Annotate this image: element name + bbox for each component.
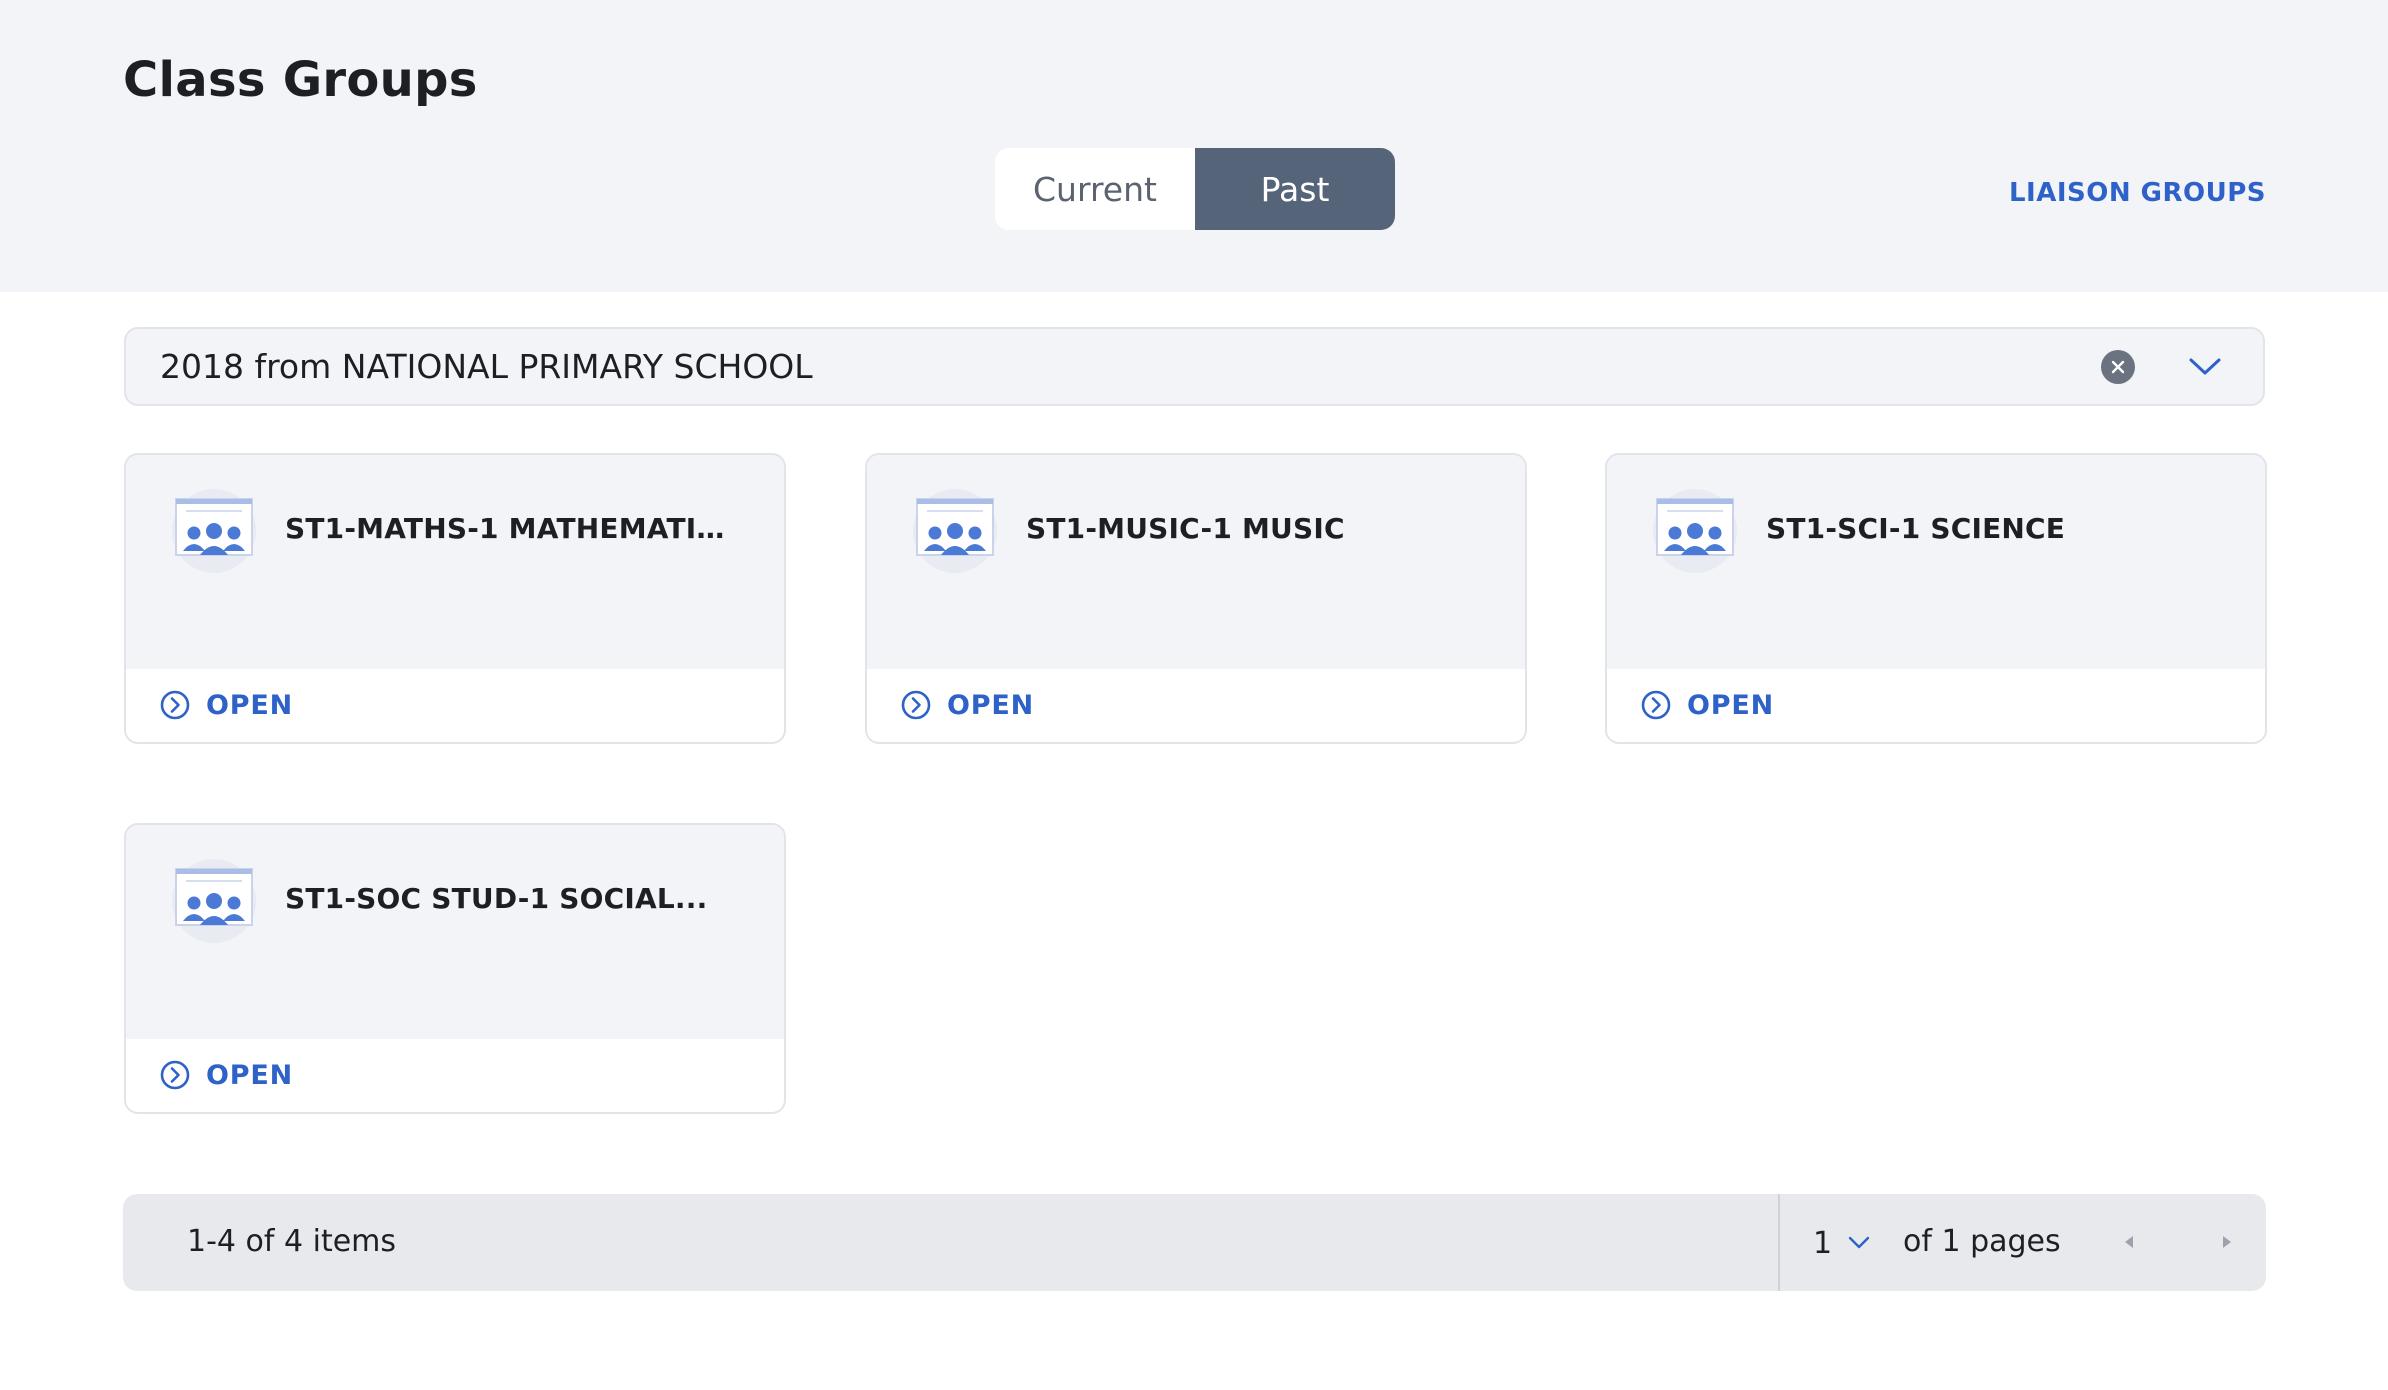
group-card[interactable]: ST1-SOC STUD-1 SOCIAL... OPEN <box>124 823 786 1114</box>
group-title: ST1-MUSIC-1 MUSIC <box>1026 512 1345 545</box>
class-group-icon <box>913 489 997 573</box>
chevron-circle-right-icon <box>160 1060 190 1090</box>
current-page: 1 <box>1813 1225 1833 1261</box>
card-header: ST1-MATHS-1 MATHEMATICS <box>126 455 784 669</box>
group-card[interactable]: ST1-MUSIC-1 MUSIC OPEN <box>865 453 1527 744</box>
group-card[interactable]: ST1-SCI-1 SCIENCE OPEN <box>1605 453 2267 744</box>
chevron-down-icon <box>1848 1236 1870 1249</box>
item-range: 1-4 of 4 items <box>187 1224 397 1259</box>
open-button[interactable]: OPEN <box>159 689 293 721</box>
tab-current[interactable]: Current <box>995 148 1195 230</box>
page-title: Class Groups <box>123 52 478 108</box>
tab-past[interactable]: Past <box>1195 148 1395 230</box>
open-label: OPEN <box>947 689 1034 721</box>
year-school-select[interactable]: 2018 from NATIONAL PRIMARY SCHOOL <box>124 327 2265 406</box>
group-card[interactable]: ST1-MATHS-1 MATHEMATICS OPEN <box>124 453 786 744</box>
previous-page-icon[interactable] <box>2111 1224 2147 1260</box>
card-header: ST1-SOC STUD-1 SOCIAL... <box>126 825 784 1039</box>
liaison-groups-link[interactable]: LIAISON GROUPS <box>2009 178 2266 208</box>
total-pages: of 1 pages <box>1903 1224 2061 1259</box>
open-button[interactable]: OPEN <box>1640 689 1774 721</box>
pagination-bar: 1-4 of 4 items 1 of 1 pages <box>123 1194 2266 1291</box>
class-groups-page: Class Groups Current Past LIAISON GROUPS… <box>0 0 2388 1390</box>
chevron-circle-right-icon <box>160 690 190 720</box>
card-header: ST1-SCI-1 SCIENCE <box>1607 455 2265 669</box>
chevron-circle-right-icon <box>1641 690 1671 720</box>
group-title: ST1-MATHS-1 MATHEMATICS <box>285 512 725 545</box>
card-header: ST1-MUSIC-1 MUSIC <box>867 455 1525 669</box>
open-label: OPEN <box>1687 689 1774 721</box>
clear-icon[interactable] <box>2101 349 2135 384</box>
open-button[interactable]: OPEN <box>900 689 1034 721</box>
pagination-divider <box>1778 1194 1780 1291</box>
open-button[interactable]: OPEN <box>159 1059 293 1091</box>
group-title: ST1-SCI-1 SCIENCE <box>1766 512 2066 545</box>
class-group-icon <box>172 859 256 943</box>
open-label: OPEN <box>206 689 293 721</box>
class-group-icon <box>172 489 256 573</box>
chevron-down-icon[interactable] <box>2185 347 2225 387</box>
current-past-toggle: Current Past <box>995 148 1395 230</box>
page-number-select[interactable]: 1 <box>1813 1218 1870 1268</box>
next-page-icon[interactable] <box>2209 1224 2245 1260</box>
class-group-icon <box>1653 489 1737 573</box>
header-band: Class Groups Current Past LIAISON GROUPS <box>0 0 2388 292</box>
open-label: OPEN <box>206 1059 293 1091</box>
group-title: ST1-SOC STUD-1 SOCIAL... <box>285 882 708 915</box>
chevron-circle-right-icon <box>901 690 931 720</box>
select-value: 2018 from NATIONAL PRIMARY SCHOOL <box>160 347 813 386</box>
